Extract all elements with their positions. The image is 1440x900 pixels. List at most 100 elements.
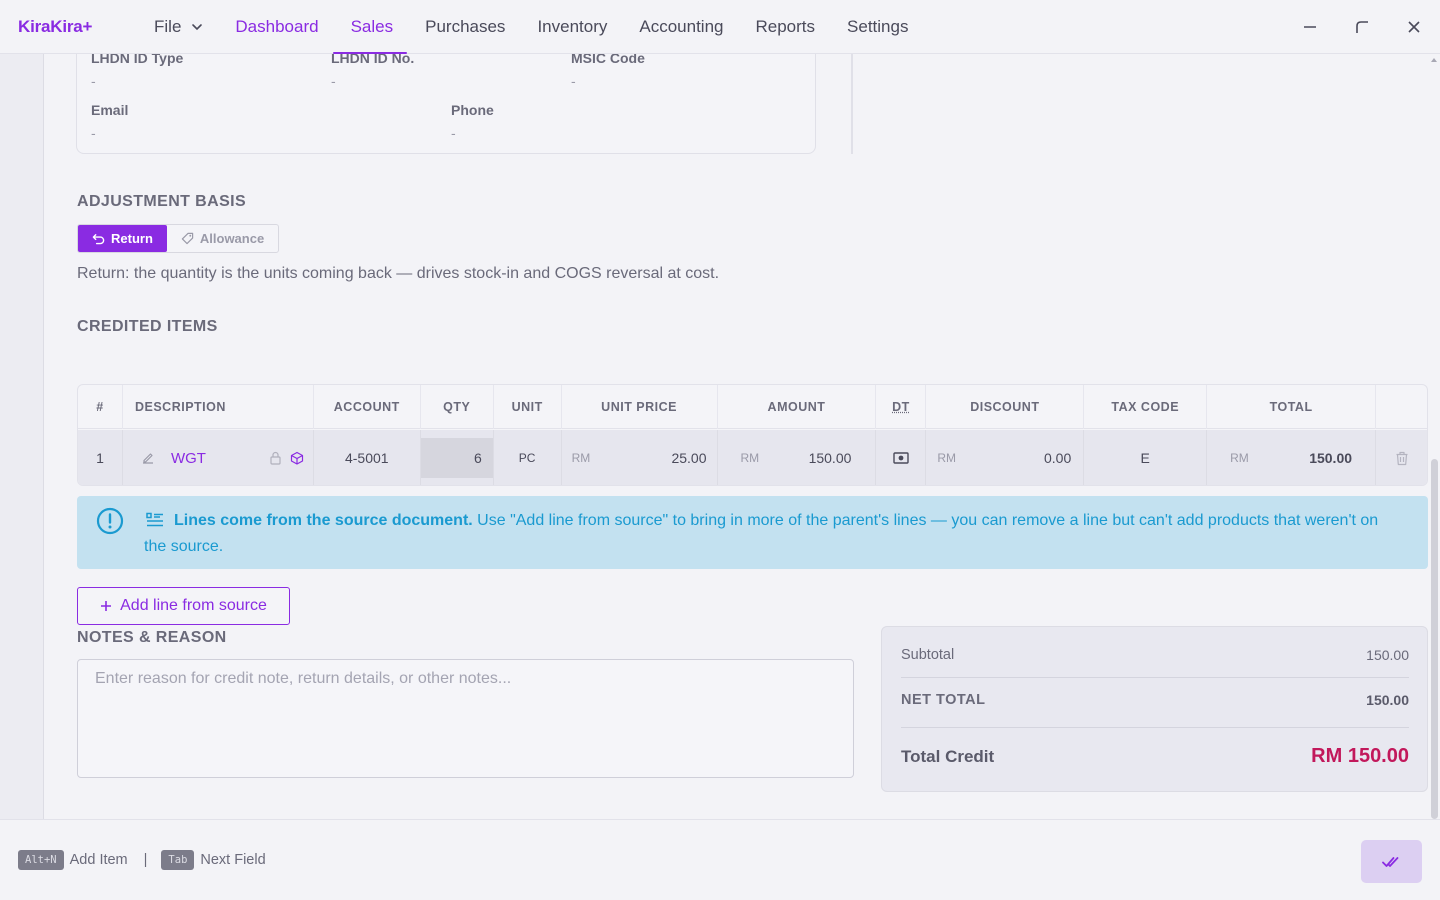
adjustment-hint: Return: the quantity is the units coming… [77, 265, 720, 282]
nav-dashboard[interactable]: Dashboard [235, 0, 318, 54]
row-qty-cell: 6 [420, 430, 494, 485]
row-total-cell: RM 150.00 [1207, 430, 1377, 485]
main-nav: File Dashboard Sales Purchases Inventory… [154, 0, 940, 54]
row-unit-price-cell[interactable]: RM 25.00 [562, 430, 718, 485]
edit-icon[interactable] [141, 451, 155, 465]
footer-bar: Alt+N Add Item | Tab Next Field [0, 819, 1440, 900]
phone-label: Phone [451, 102, 494, 118]
row-no: 1 [78, 430, 123, 485]
totals-divider [901, 677, 1409, 678]
table-header: # DESCRIPTION ACCOUNT QTY UNIT UNIT PRIC… [78, 385, 1427, 429]
shortcut-separator: | [143, 852, 148, 868]
keyboard-hints: Alt+N Add Item | Tab Next Field [18, 850, 266, 870]
nav-purchases[interactable]: Purchases [425, 0, 505, 54]
col-unit: UNIT [494, 385, 562, 429]
msic-code-label: MSIC Code [571, 54, 645, 66]
table-row: 1 WGT 4-5001 6 PC RM 25.00 RM 150.00 RM … [78, 430, 1427, 485]
amount-value: 150.00 [808, 450, 852, 466]
adjustment-basis-title: ADJUSTMENT BASIS [77, 193, 247, 210]
shortcut-key-tab: Tab [161, 850, 195, 870]
customer-info-card: LHDN ID Type - LHDN ID No. - MSIC Code -… [76, 54, 816, 154]
left-sidebar-strip [0, 54, 44, 819]
row-dt-cell[interactable] [876, 430, 927, 485]
restore-icon [1356, 21, 1368, 33]
alert-circle-icon [96, 507, 124, 535]
email-value: - [91, 125, 96, 141]
total-credit-label: Total Credit [901, 746, 995, 766]
row-description-cell: WGT [123, 430, 314, 485]
plus-icon [101, 601, 112, 611]
scroll-up-icon [1431, 58, 1437, 62]
row-discount-cell[interactable]: RM 0.00 [926, 430, 1085, 485]
column-divider [851, 54, 853, 154]
shortcut-add-label: Add Item [69, 852, 128, 868]
scrollbar-thumb[interactable] [1431, 459, 1438, 819]
row-tax-code[interactable]: E [1084, 430, 1208, 485]
col-tax-code: TAX CODE [1084, 385, 1208, 429]
totals-panel: Subtotal 150.00 NET TOTAL 150.00 Total C… [881, 626, 1428, 792]
chevron-down-icon [192, 24, 203, 31]
title-bar: KiraKira+ File Dashboard Sales Purchases… [0, 0, 1440, 54]
nav-settings[interactable]: Settings [847, 0, 908, 54]
phone-value: - [451, 125, 456, 141]
maximize-button[interactable] [1336, 0, 1388, 54]
row-amount-cell: RM 150.00 [718, 430, 877, 485]
row-unit[interactable]: PC [494, 430, 562, 485]
items-table: # DESCRIPTION ACCOUNT QTY UNIT UNIT PRIC… [77, 384, 1428, 486]
nav-file-menu[interactable]: File [154, 0, 203, 54]
notice-text: Lines come from the source document. Use… [144, 508, 1384, 560]
amount-currency: RM [740, 451, 760, 465]
notes-input[interactable] [77, 659, 854, 778]
close-icon [1408, 21, 1420, 33]
msic-code-value: - [571, 73, 576, 89]
cash-icon [893, 452, 909, 464]
credited-items-title: CREDITED ITEMS [77, 318, 218, 335]
package-icon [290, 451, 304, 465]
row-delete-cell[interactable] [1376, 430, 1427, 485]
col-actions [1376, 385, 1427, 429]
col-amount: AMOUNT [718, 385, 877, 429]
net-total-value: 150.00 [1366, 692, 1409, 708]
total-currency: RM [1230, 451, 1249, 465]
lock-icon [270, 451, 281, 465]
lhdn-id-no-value: - [331, 73, 336, 89]
row-account[interactable]: 4-5001 [314, 430, 421, 485]
subtotal-label: Subtotal [901, 647, 955, 663]
lhdn-id-no-label: LHDN ID No. [331, 54, 415, 66]
col-account: ACCOUNT [314, 385, 421, 429]
add-line-from-source-button[interactable]: Add line from source [77, 587, 290, 625]
adjustment-basis-toggle: Return Allowance [77, 224, 280, 253]
email-label: Email [91, 102, 129, 118]
return-option[interactable]: Return [78, 225, 167, 252]
nav-accounting[interactable]: Accounting [639, 0, 723, 54]
scrollbar[interactable] [1428, 54, 1440, 819]
row-description[interactable]: WGT [171, 450, 206, 467]
nav-sales[interactable]: Sales [332, 0, 407, 54]
source-lines-notice: Lines come from the source document. Use… [77, 496, 1428, 569]
col-qty: QTY [421, 385, 494, 429]
nav-reports[interactable]: Reports [756, 0, 816, 54]
close-button[interactable] [1388, 0, 1440, 54]
discount-value: 0.00 [1044, 450, 1072, 466]
col-unit-price: UNIT PRICE [562, 385, 718, 429]
qty-input[interactable]: 6 [420, 438, 493, 478]
col-discount: DISCOUNT [926, 385, 1085, 429]
nav-file-label: File [154, 17, 182, 36]
total-credit-row: Total Credit RM 150.00 [901, 745, 1409, 768]
totals-divider [901, 727, 1409, 728]
add-line-label: Add line from source [120, 597, 267, 614]
col-no: # [78, 385, 123, 429]
allowance-option[interactable]: Allowance [167, 225, 278, 252]
subtotal-row: Subtotal 150.00 [901, 647, 1409, 663]
unit-price-currency: RM [571, 451, 591, 465]
notice-bold: Lines come from the source document. [174, 512, 473, 529]
total-credit-value: RM 150.00 [1311, 745, 1409, 767]
confirm-button[interactable] [1361, 840, 1422, 883]
shortcut-key-add: Alt+N [18, 850, 64, 870]
subtotal-value: 150.00 [1366, 647, 1409, 663]
return-option-label: Return [111, 231, 153, 246]
minimize-button[interactable] [1284, 0, 1336, 54]
nav-inventory[interactable]: Inventory [537, 0, 607, 54]
credit-note-form: LHDN ID Type - LHDN ID No. - MSIC Code -… [44, 54, 1428, 819]
net-total-label: NET TOTAL [901, 692, 986, 708]
